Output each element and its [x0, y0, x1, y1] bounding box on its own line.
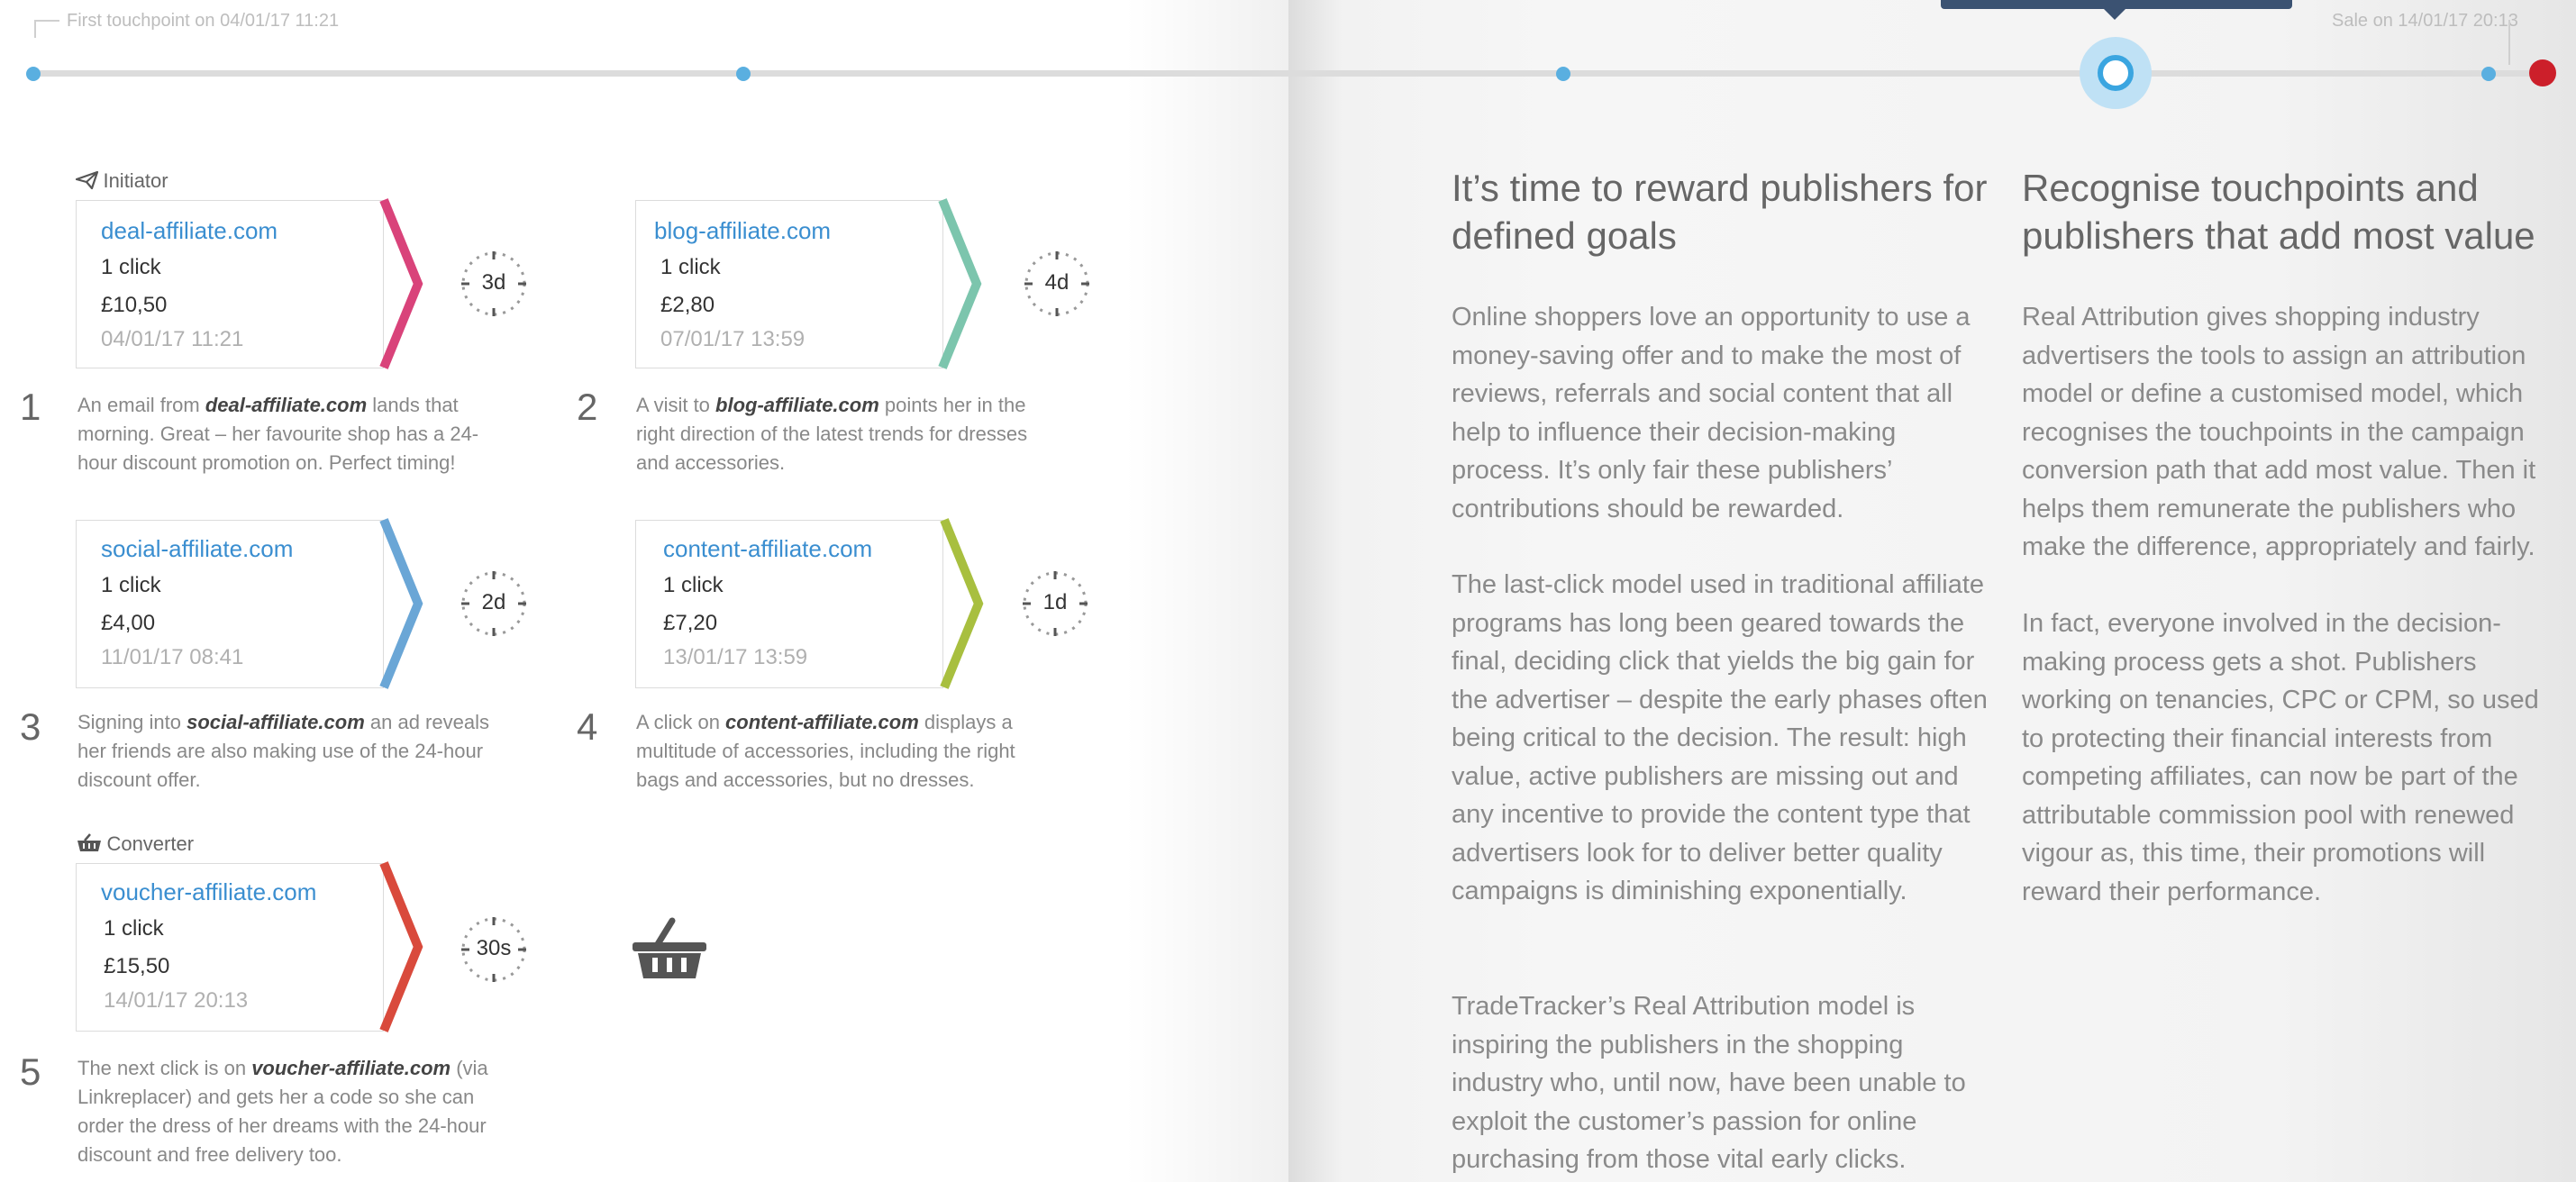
touchpoint-card-3[interactable]: social-affiliate.com 1 click £4,00 11/01…: [76, 520, 384, 688]
card-domain[interactable]: content-affiliate.com: [663, 535, 872, 563]
wait-label-4: 1d: [1042, 590, 1068, 614]
card-amount: £4,00: [101, 611, 156, 635]
card-date: 07/01/17 13:59: [660, 327, 806, 351]
article-heading-1: It’s time to reward publishers for defin…: [1452, 167, 1988, 257]
chevron-1: [379, 198, 423, 369]
article-paragraph: The last-click model used in traditional…: [1452, 570, 1988, 905]
wait-label-1: 3d: [481, 270, 506, 295]
card-date: 13/01/17 13:59: [663, 645, 808, 669]
wait-label-5: 30s: [476, 936, 512, 960]
converter-label: Converter: [106, 832, 195, 855]
card-amount: £7,20: [663, 611, 718, 635]
converter-role: Converter: [76, 832, 194, 856]
timeline-dot-4-active[interactable]: [2080, 37, 2152, 109]
touchpoint-card-2[interactable]: blog-affiliate.com 1 click £2,80 07/01/1…: [635, 200, 943, 368]
first-touchpoint-label: First touchpoint on 04/01/17 11:21: [67, 11, 340, 31]
sale-label: Sale on 14/01/17 20:13: [2332, 11, 2518, 31]
card-clicks: 1 click: [660, 255, 721, 279]
article-paragraph: In fact, everyone involved in the decisi…: [2022, 609, 2539, 906]
timeline-dot-2[interactable]: [736, 67, 751, 81]
touchpoint-card-1[interactable]: deal-affiliate.com 1 click £10,50 04/01/…: [76, 200, 384, 368]
step-description-3: Signing into social-affiliate.com an ad …: [77, 711, 489, 791]
article-paragraph: Online shoppers love an opportunity to u…: [1452, 303, 1971, 523]
article-paragraph: TradeTracker’s Real Attribution model is…: [1452, 992, 1966, 1174]
timeline-track: [32, 70, 2546, 77]
wait-label-2: 4d: [1044, 270, 1070, 295]
paper-plane-icon: [75, 170, 99, 190]
card-domain[interactable]: social-affiliate.com: [101, 535, 293, 563]
card-domain[interactable]: voucher-affiliate.com: [101, 878, 316, 906]
timeline-start-bracket: [34, 20, 59, 38]
step-number-1: 1: [20, 386, 41, 428]
chevron-4: [940, 518, 984, 689]
card-clicks: 1 click: [663, 573, 724, 597]
card-clicks: 1 click: [101, 255, 161, 279]
basket-icon: [77, 833, 101, 851]
timeline-dot-5[interactable]: [2481, 67, 2496, 81]
chevron-2: [938, 198, 982, 369]
step-description-2: A visit to blog-affiliate.com points her…: [636, 394, 1028, 474]
article-paragraph: Real Attribution gives shopping industry…: [2022, 303, 2536, 561]
step-description-1: An email from deal-affiliate.com lands t…: [77, 394, 479, 474]
wait-label-3: 2d: [481, 590, 506, 614]
step-description-4: A click on content-affiliate.com display…: [636, 711, 1015, 791]
card-domain[interactable]: blog-affiliate.com: [654, 217, 831, 245]
article-heading-2: Recognise touchpoints and publishers tha…: [2022, 167, 2535, 257]
step-number-4: 4: [577, 705, 598, 748]
card-amount: £15,50: [104, 954, 170, 978]
initiator-role: Initiator: [75, 169, 168, 193]
step-number-5: 5: [20, 1050, 41, 1093]
card-date: 11/01/17 08:41: [101, 645, 244, 669]
card-domain[interactable]: deal-affiliate.com: [101, 217, 278, 245]
timeline-dot-3[interactable]: [1556, 67, 1570, 81]
card-clicks: 1 click: [101, 573, 161, 597]
step-description-5: The next click is on voucher-affiliate.c…: [77, 1057, 488, 1166]
chevron-5: [379, 861, 423, 1032]
card-date: 14/01/17 20:13: [104, 988, 249, 1013]
card-clicks: 1 click: [104, 916, 164, 941]
card-date: 04/01/17 11:21: [101, 327, 244, 351]
basket-icon: [633, 917, 706, 978]
sale-dot[interactable]: [2529, 59, 2556, 86]
tooltip-arrow: [2104, 9, 2125, 20]
timeline-end-bracket: [2508, 20, 2510, 65]
step-number-3: 3: [20, 705, 41, 748]
touchpoint-card-4[interactable]: content-affiliate.com 1 click £7,20 13/0…: [635, 520, 943, 688]
touchpoint-card-5[interactable]: voucher-affiliate.com 1 click £15,50 14/…: [76, 863, 384, 1032]
chevron-3: [379, 518, 423, 689]
timeline-dot-1[interactable]: [26, 67, 41, 81]
card-amount: £10,50: [101, 293, 168, 317]
page-fold-shadow: [1126, 0, 1288, 1182]
initiator-label: Initiator: [103, 169, 168, 192]
step-number-2: 2: [577, 386, 598, 428]
card-amount: £2,80: [660, 293, 715, 317]
timeline-tooltip: [1941, 0, 2292, 9]
